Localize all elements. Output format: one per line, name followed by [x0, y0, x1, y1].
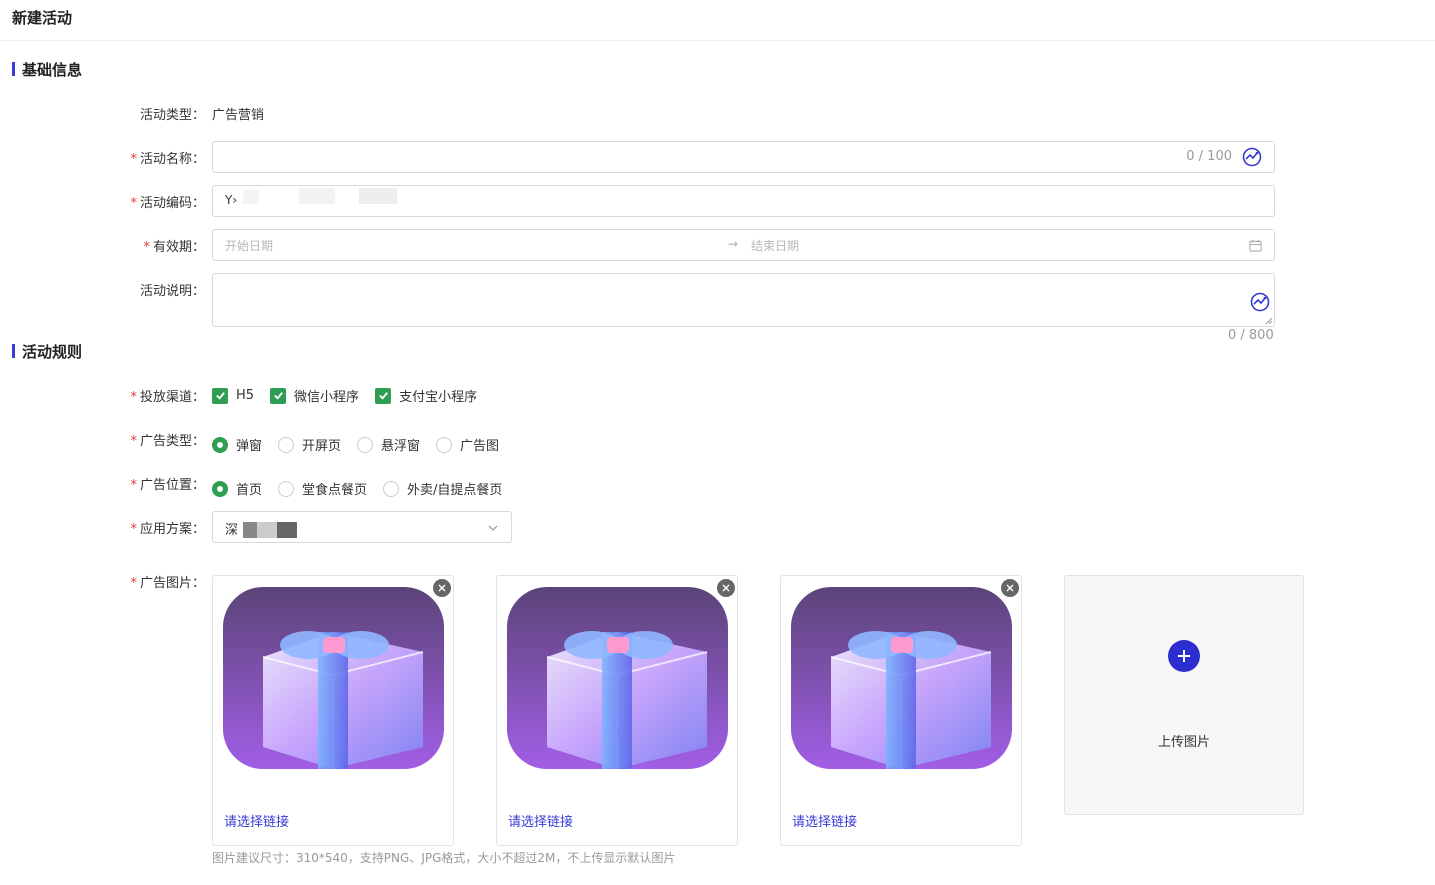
redaction-block: [243, 190, 259, 204]
radio-icon[interactable]: [278, 436, 295, 453]
channel-checkbox-group: H5 微信小程序 支付宝小程序: [212, 386, 493, 405]
type-label: 活动类型：: [139, 108, 205, 123]
ad-type-label: * 广告类型：: [130, 434, 205, 449]
code-input-value: Y›: [225, 193, 238, 207]
image-card: 请选择链接: [780, 575, 1022, 846]
image-card: 请选择链接: [212, 575, 454, 846]
code-label: * 活动编码：: [130, 196, 205, 211]
ad-type-option-float[interactable]: 悬浮窗: [357, 435, 420, 454]
ad-position-radio-group: 首页 堂食点餐页 外卖/自提点餐页: [212, 479, 518, 498]
ad-position-option-takeout[interactable]: 外卖/自提点餐页: [383, 479, 502, 498]
type-value: 广告营销: [212, 108, 265, 123]
gift-box-image: [507, 587, 728, 769]
plan-select[interactable]: 深: [212, 511, 512, 543]
start-date-input[interactable]: 开始日期: [225, 237, 273, 254]
select-link-button[interactable]: 请选择链接: [224, 811, 289, 830]
chevron-down-icon: [488, 525, 498, 531]
redaction-block: [257, 522, 277, 538]
redaction-block: [277, 522, 297, 538]
radio-icon[interactable]: [436, 436, 453, 453]
plus-icon[interactable]: [1168, 640, 1200, 672]
range-arrow-icon: →: [728, 237, 739, 251]
desc-counter: 0 / 800: [1228, 328, 1274, 343]
gift-box-image: [791, 587, 1012, 769]
page-header: 新建活动: [0, 0, 1435, 41]
resize-handle-icon[interactable]: [1265, 317, 1273, 325]
desc-textarea[interactable]: [212, 273, 1275, 327]
ad-position-option-dinein[interactable]: 堂食点餐页: [278, 479, 367, 498]
remove-image-button[interactable]: [717, 579, 735, 597]
ai-assist-icon[interactable]: [1250, 292, 1270, 312]
image-card: 请选择链接: [496, 575, 738, 846]
channel-option-h5[interactable]: H5: [212, 387, 254, 404]
name-input[interactable]: 0 / 100: [212, 141, 1275, 173]
end-date-input[interactable]: 结束日期: [751, 237, 799, 254]
checkbox-checked-icon[interactable]: [270, 387, 287, 404]
code-input[interactable]: Y›: [212, 185, 1275, 217]
channel-label: * 投放渠道：: [130, 390, 205, 405]
ad-type-radio-group: 弹窗 开屏页 悬浮窗 广告图: [212, 435, 515, 454]
section-title-rules: 活动规则: [12, 341, 82, 362]
upload-image-button[interactable]: 上传图片: [1064, 575, 1304, 815]
checkbox-checked-icon[interactable]: [375, 387, 392, 404]
gift-box-image: [223, 587, 444, 769]
channel-option-wechat[interactable]: 微信小程序: [270, 386, 359, 405]
desc-label: 活动说明：: [139, 284, 205, 299]
redaction-block: [299, 188, 335, 204]
ai-assist-icon[interactable]: [1242, 147, 1262, 167]
name-counter: 0 / 100: [1186, 149, 1232, 164]
ad-position-label: * 广告位置：: [130, 478, 205, 493]
calendar-icon: [1249, 239, 1262, 252]
page-title: 新建活动: [12, 9, 73, 27]
upload-label: 上传图片: [1157, 735, 1210, 750]
date-range-picker[interactable]: 开始日期 → 结束日期: [212, 229, 1275, 261]
ad-type-option-splash[interactable]: 开屏页: [278, 435, 341, 454]
redaction-block: [359, 188, 397, 204]
remove-image-button[interactable]: [1001, 579, 1019, 597]
radio-checked-icon[interactable]: [212, 480, 228, 497]
radio-icon[interactable]: [383, 480, 400, 497]
ad-type-option-popup[interactable]: 弹窗: [212, 435, 262, 454]
ad-position-option-home[interactable]: 首页: [212, 479, 262, 498]
redaction-block: [243, 522, 257, 538]
image-hint: 图片建议尺寸：310*540，支持PNG、JPG格式，大小不超过2M，不上传显示…: [212, 851, 676, 865]
select-link-button[interactable]: 请选择链接: [792, 811, 857, 830]
channel-option-alipay[interactable]: 支付宝小程序: [375, 386, 477, 405]
images-label: * 广告图片：: [130, 576, 205, 591]
radio-icon[interactable]: [357, 436, 374, 453]
plan-label: * 应用方案：: [130, 522, 205, 537]
section-title-basic: 基础信息: [12, 59, 82, 80]
radio-checked-icon[interactable]: [212, 436, 228, 453]
radio-icon[interactable]: [278, 480, 295, 497]
ad-type-option-banner[interactable]: 广告图: [436, 435, 499, 454]
name-label: * 活动名称：: [130, 152, 205, 167]
plan-select-value: 深: [225, 523, 239, 538]
period-label: * 有效期：: [143, 240, 205, 255]
remove-image-button[interactable]: [433, 579, 451, 597]
checkbox-checked-icon[interactable]: [212, 387, 228, 404]
select-link-button[interactable]: 请选择链接: [508, 811, 573, 830]
